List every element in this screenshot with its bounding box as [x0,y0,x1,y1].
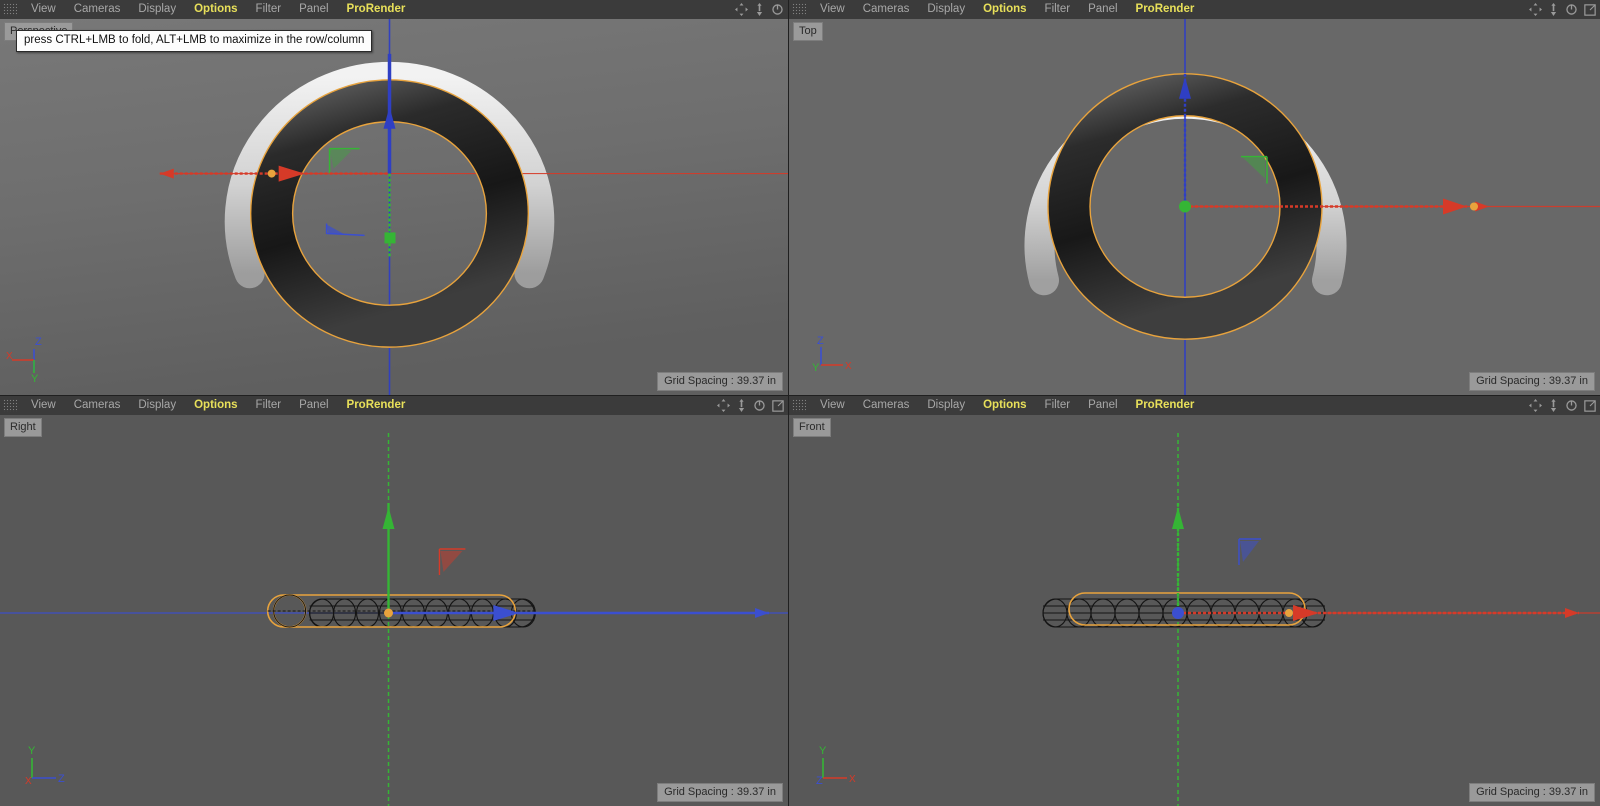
rotate-icon[interactable] [753,399,766,412]
menu-options[interactable]: Options [185,1,246,19]
menu-options[interactable]: Options [974,1,1035,19]
scene-top [789,19,1600,395]
svg-text:Y: Y [812,362,820,374]
scale-icon[interactable] [1548,3,1559,16]
menu-display[interactable]: Display [129,397,185,415]
menubar-top: View Cameras Display Options Filter Pane… [789,0,1600,19]
menu-prorender[interactable]: ProRender [338,397,415,415]
menu-view[interactable]: View [22,397,65,415]
menu-panel[interactable]: Panel [290,397,337,415]
svg-text:Y: Y [819,745,827,757]
menu-prorender[interactable]: ProRender [1127,1,1204,19]
grip-handle-icon[interactable] [792,3,806,16]
menu-display[interactable]: Display [918,1,974,19]
maximize-icon[interactable] [1584,400,1596,412]
viewport-nav-icons [1529,0,1596,19]
scene-right [0,415,788,806]
menu-cameras[interactable]: Cameras [65,397,130,415]
svg-text:Y: Y [28,745,36,757]
menu-prorender[interactable]: ProRender [1127,397,1204,415]
axis-gizmo-right: Y Z X [12,734,72,794]
viewport-top[interactable]: View Cameras Display Options Filter Pane… [789,0,1600,396]
move-icon[interactable] [1529,399,1542,412]
menu-cameras[interactable]: Cameras [854,397,919,415]
menu-cameras[interactable]: Cameras [854,1,919,19]
viewport-label-top: Top [793,22,823,41]
menu-prorender[interactable]: ProRender [338,1,415,19]
menu-panel[interactable]: Panel [290,1,337,19]
viewport-nav-icons [735,0,784,19]
viewport-label-front: Front [793,418,831,437]
grid-spacing-right: Grid Spacing : 39.37 in [657,783,783,802]
svg-text:X: X [6,351,13,362]
menu-filter[interactable]: Filter [247,397,291,415]
grip-handle-icon[interactable] [792,399,806,412]
scale-icon[interactable] [736,399,747,412]
menu-options[interactable]: Options [974,397,1035,415]
move-icon[interactable] [717,399,730,412]
canvas-perspective[interactable]: Perspective [0,19,788,395]
viewport-perspective[interactable]: View Cameras Display Options Filter Pane… [0,0,789,396]
rotate-icon[interactable] [1565,399,1578,412]
viewport-quad-view: View Cameras Display Options Filter Pane… [0,0,1600,806]
menu-filter[interactable]: Filter [1036,1,1080,19]
menu-display[interactable]: Display [129,1,185,19]
canvas-top[interactable]: Top [789,19,1600,395]
menu-filter[interactable]: Filter [1036,397,1080,415]
menubar-perspective: View Cameras Display Options Filter Pane… [0,0,788,19]
menu-view[interactable]: View [811,397,854,415]
maximize-icon[interactable] [1584,4,1596,16]
move-icon[interactable] [735,3,748,16]
viewport-nav-icons [1529,396,1596,415]
viewport-grid: View Cameras Display Options Filter Pane… [0,0,1600,806]
viewport-front[interactable]: View Cameras Display Options Filter Pane… [789,396,1600,806]
svg-text:Z: Z [58,773,65,785]
svg-text:Y: Y [31,373,39,383]
svg-text:Z: Z [35,336,42,348]
viewport-label-right: Right [4,418,42,437]
move-icon[interactable] [1529,3,1542,16]
grid-spacing-top: Grid Spacing : 39.37 in [1469,372,1595,391]
canvas-front[interactable]: Front [789,415,1600,806]
svg-text:X: X [845,361,852,372]
menu-options[interactable]: Options [185,397,246,415]
maximize-icon[interactable] [772,400,784,412]
menu-cameras[interactable]: Cameras [65,1,130,19]
scene-front [789,415,1600,806]
menubar-right: View Cameras Display Options Filter Pane… [0,396,788,415]
menu-display[interactable]: Display [918,397,974,415]
svg-text:Z: Z [817,335,824,347]
rotate-icon[interactable] [771,3,784,16]
scale-icon[interactable] [1548,399,1559,412]
viewport-tooltip: press CTRL+LMB to fold, ALT+LMB to maxim… [16,30,372,52]
viewport-right[interactable]: View Cameras Display Options Filter Pane… [0,396,789,806]
axis-gizmo-perspective: Z X Y [6,327,62,383]
grip-handle-icon[interactable] [3,3,17,16]
axis-gizmo-front: Y X Z [803,734,863,794]
scale-icon[interactable] [754,3,765,16]
menu-view[interactable]: View [22,1,65,19]
grip-handle-icon[interactable] [3,399,17,412]
rotate-icon[interactable] [1565,3,1578,16]
scene-perspective [0,19,788,395]
menubar-front: View Cameras Display Options Filter Pane… [789,396,1600,415]
axis-gizmo-top: Z X Y [799,327,855,383]
menu-panel[interactable]: Panel [1079,397,1126,415]
canvas-right[interactable]: Right [0,415,788,806]
svg-text:X: X [25,776,32,787]
grid-spacing-perspective: Grid Spacing : 39.37 in [657,372,783,391]
menu-panel[interactable]: Panel [1079,1,1126,19]
menu-view[interactable]: View [811,1,854,19]
menu-filter[interactable]: Filter [247,1,291,19]
svg-text:Z: Z [816,775,823,787]
grid-spacing-front: Grid Spacing : 39.37 in [1469,783,1595,802]
svg-text:X: X [849,774,856,785]
viewport-nav-icons [717,396,784,415]
